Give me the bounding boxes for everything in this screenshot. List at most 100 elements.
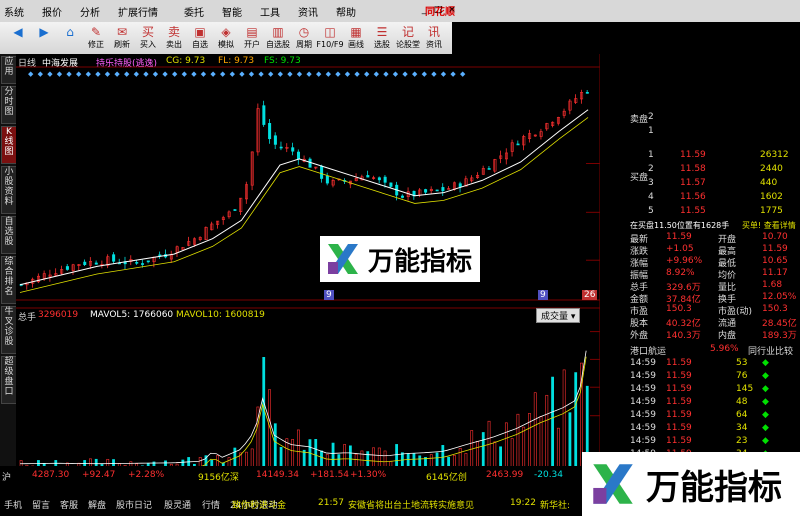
signal-marker: ◆ <box>172 70 178 78</box>
minimize-icon[interactable]: _ <box>418 4 430 16</box>
toolbar-button[interactable]: ▥ 自选股 <box>264 24 292 52</box>
quote-alert-link[interactable]: 买单! 查看详情 <box>742 220 796 232</box>
candle-body <box>389 182 393 187</box>
tick-volume: 34 <box>736 423 748 433</box>
menu-item[interactable]: 资讯 <box>298 4 318 19</box>
quote-value: 11.17 <box>762 268 788 278</box>
menu-item[interactable]: 工具 <box>260 4 280 19</box>
candle-body <box>383 176 387 183</box>
close-icon[interactable]: × <box>446 4 458 16</box>
toolbar-button[interactable]: 讯资讯 <box>420 24 448 52</box>
toolbar-button[interactable]: ⌂ <box>56 24 84 52</box>
toolbar-label: 周期 <box>296 40 312 49</box>
signal-marker: ◆ <box>105 70 111 78</box>
candle-body <box>366 175 370 178</box>
news-headline[interactable]: 安徽省将出台土地流转实施意见 <box>348 498 474 511</box>
candle-body <box>435 189 439 192</box>
right-panel: 卖盘 2 1 买盘 1 11.59 26312 2 11.58 2440 3 11.57 440 4 11.… <box>630 112 800 482</box>
signal-marker: ◆ <box>38 70 44 78</box>
signal-marker: ◆ <box>412 70 418 78</box>
toolbar-button[interactable]: ▦ 画线 <box>342 24 370 52</box>
promo-text[interactable]: 致你秒进斗金 <box>232 498 286 511</box>
toolbar-button[interactable]: 卖卖出 <box>160 24 188 52</box>
toolbar-icon: 卖 <box>167 25 180 39</box>
side-tab[interactable]: 牛叉诊股 <box>1 306 17 354</box>
industry-name[interactable]: 港口航运 <box>630 344 666 357</box>
candle-body <box>458 183 462 188</box>
chevron-down-icon: ▾ <box>570 312 576 322</box>
bid-qty: 26312 <box>760 150 789 160</box>
menu-item[interactable]: 报价 <box>42 4 62 19</box>
volume-dropdown-label: 成交量 <box>541 312 569 322</box>
signal-marker: ◆ <box>76 70 82 78</box>
quote-label: 市盈(动) <box>718 307 753 317</box>
candle-body <box>424 189 428 193</box>
side-tab[interactable]: 分时图 <box>1 86 17 124</box>
toolbar-label: 自选股 <box>266 40 290 49</box>
toolbar-label: 画线 <box>348 40 364 49</box>
toolbar-button[interactable]: ▤ 开户 <box>238 24 266 52</box>
signal-marker: ◆ <box>268 70 274 78</box>
quote-value: 1.68 <box>762 280 783 290</box>
signal-marker: ◆ <box>28 70 34 78</box>
kline-chart[interactable]: ◆ ◆ ◆ ◆ ◆ ◆ ◆ ◆ ◆ ◆ ◆ ◆ ◆ ◆ ◆ ◆ ◆ ◆ ◆ ◆ ◆ ◆ ◆ ◆ ◆ ◆ ◆ ◆ ◆ ◆ ◆ ◆ ◆ ◆ ◆ ◆ ◆ ◆ ◆ ◆… <box>16 54 600 484</box>
toolbar-button[interactable]: ☰ 选股 <box>368 24 396 52</box>
toolbar-button[interactable]: 记论股堂 <box>394 24 422 52</box>
bid-price: 11.56 <box>680 192 706 202</box>
toolbar-button[interactable]: ◷ 周期 <box>290 24 318 52</box>
quote-value: 37.84亿 <box>666 295 701 305</box>
toolbar-button[interactable]: ◀ <box>4 24 32 52</box>
bottom-tab[interactable]: 行情 <box>202 498 220 511</box>
bottom-tab[interactable]: 客服 <box>60 498 78 511</box>
menu-item[interactable]: 智能 <box>222 4 242 19</box>
bottom-tab[interactable]: 手机 <box>4 498 22 511</box>
quote-label: 市盈 <box>630 307 649 317</box>
bottom-tab[interactable]: 股灵通 <box>164 498 191 511</box>
toolbar-button[interactable]: ▣ 自选 <box>186 24 214 52</box>
toolbar-button[interactable]: ✎ 修正 <box>82 24 110 52</box>
side-tab[interactable]: 应用 <box>1 56 17 84</box>
menu-item[interactable]: 扩展行情 <box>118 4 158 19</box>
signal-marker: ◆ <box>143 70 149 78</box>
quote-value: 140.3万 <box>666 331 701 341</box>
side-tab[interactable]: 小股资料 <box>1 166 17 214</box>
toolbar-button[interactable]: ▶ <box>30 24 58 52</box>
bottom-tab[interactable]: 股市日记 <box>116 498 152 511</box>
quote-label: 开盘 <box>718 235 737 245</box>
volume-dropdown[interactable]: 成交量 ▾ <box>536 308 581 323</box>
maximize-icon[interactable]: □ <box>432 4 444 16</box>
bottom-tab[interactable]: 解盘 <box>88 498 106 511</box>
toolbar-icon: 买 <box>141 25 154 39</box>
bid-side-label: 买盘 <box>630 173 649 183</box>
menu-item[interactable]: 系统 <box>4 4 24 19</box>
tick-time: 14:59 <box>630 397 656 407</box>
tick-down-icon: ◆ <box>762 436 769 446</box>
menu-item[interactable]: 分析 <box>80 4 100 19</box>
quote-label: 最新 <box>630 235 649 245</box>
sz-index: 14149.34 <box>256 470 299 480</box>
side-tab[interactable]: K线图 <box>1 126 17 164</box>
candle-body <box>487 168 491 170</box>
toolbar-button[interactable]: ◈ 模拟 <box>212 24 240 52</box>
candle-body <box>279 146 283 149</box>
toolbar-button[interactable]: ✉ 刷新 <box>108 24 136 52</box>
side-tab[interactable]: 综合排名 <box>1 256 17 304</box>
toolbar-label: 卖出 <box>166 40 182 49</box>
industry-pct: 5.96% <box>710 344 739 354</box>
industry-compare[interactable]: 同行业比较 <box>748 344 793 357</box>
quote-label: 总手 <box>630 283 649 293</box>
menu-item[interactable]: 帮助 <box>336 4 356 19</box>
side-tab[interactable]: 超级盘口 <box>1 356 17 404</box>
candle-body <box>65 266 69 270</box>
sh-index: 4287.30 <box>32 470 70 480</box>
toolbar-button[interactable]: ◫ F10/F9 <box>316 24 344 52</box>
quote-label: 股本 <box>630 319 649 329</box>
quote-value: 150.3 <box>666 304 692 314</box>
quote-value: 189.3万 <box>762 331 797 341</box>
toolbar-button[interactable]: 买买入 <box>134 24 162 52</box>
menu-item[interactable]: 委托 <box>184 4 204 19</box>
volume-bar <box>268 389 271 473</box>
bottom-tab[interactable]: 留言 <box>32 498 50 511</box>
side-tab[interactable]: 自选股 <box>1 216 17 254</box>
bid-qty: 1602 <box>760 192 783 202</box>
